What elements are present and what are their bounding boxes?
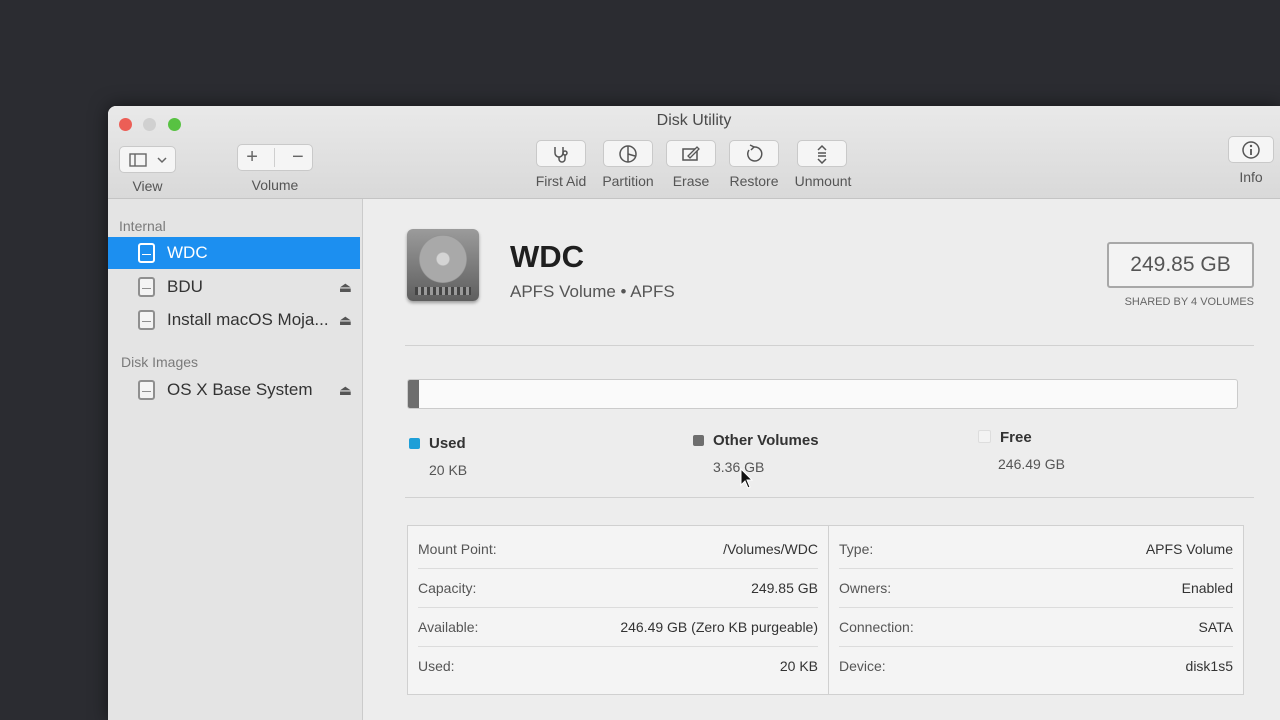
erase-pencil-icon [682, 145, 700, 161]
usage-bar-other-volumes [408, 380, 419, 408]
disk-icon [138, 310, 155, 330]
first-aid-button[interactable] [536, 140, 586, 167]
info-value: disk1s5 [1185, 657, 1233, 674]
legend-other-volumes: Other Volumes 3.36 GB [693, 432, 819, 475]
legend-used: Used 20 KB [409, 435, 467, 478]
hard-drive-icon [407, 229, 479, 301]
info-key: Connection: [839, 618, 914, 635]
info-key: Used: [418, 657, 455, 674]
volume-label: Volume [251, 177, 299, 193]
info-row-connection: Connection: SATA [839, 607, 1233, 647]
info-column-left: Mount Point: /Volumes/WDC Capacity: 249.… [408, 526, 829, 694]
first-aid-label: First Aid [535, 173, 587, 189]
eject-icon[interactable]: ⏏ [339, 382, 352, 399]
volume-info-table: Mount Point: /Volumes/WDC Capacity: 249.… [407, 525, 1244, 695]
info-key: Mount Point: [418, 540, 497, 557]
info-value: SATA [1198, 618, 1234, 635]
unmount-button[interactable] [797, 140, 847, 167]
partition-pie-icon [619, 144, 637, 163]
legend-other-value: 3.36 GB [713, 459, 765, 475]
info-button[interactable] [1228, 136, 1274, 163]
info-value: APFS Volume [1145, 540, 1233, 557]
volume-detail-panel: WDC APFS Volume • APFS 249.85 GB SHARED … [363, 199, 1280, 720]
sidebar-item-label: OS X Base System [167, 380, 313, 399]
legend-free: Free 246.49 GB [978, 429, 1065, 472]
info-key: Type: [839, 540, 874, 557]
legend-used-value: 20 KB [429, 462, 468, 478]
toolbar: Disk Utility View + − Volume First Aid P… [108, 106, 1280, 199]
disk-icon [138, 380, 155, 400]
info-value: 246.49 GB (Zero KB purgeable) [620, 618, 818, 635]
info-column-right: Type: APFS Volume Owners: Enabled Connec… [829, 526, 1243, 694]
volume-segment: + − [237, 144, 313, 171]
restore-button[interactable] [729, 140, 779, 167]
info-icon [1242, 140, 1260, 159]
sidebar-item-label: BDU [167, 277, 203, 296]
sidebar-item-label: Install macOS Moja... [167, 310, 329, 329]
restore-arrow-icon [747, 143, 763, 162]
eject-icon[interactable]: ⏏ [339, 312, 352, 329]
restore-label: Restore [729, 173, 779, 189]
info-row-device: Device: disk1s5 [839, 646, 1233, 685]
info-label: Info [1239, 169, 1263, 185]
stethoscope-icon [554, 146, 568, 163]
info-row-mount-point: Mount Point: /Volumes/WDC [418, 529, 818, 569]
sidebar: Internal WDC BDU ⏏ Install macOS Moja...… [108, 199, 363, 720]
sidebar-item-install-macos[interactable]: Install macOS Moja... ⏏ [108, 304, 360, 336]
erase-button[interactable] [666, 140, 716, 167]
legend-free-label: Free [1000, 429, 1032, 446]
partition-button[interactable] [603, 140, 653, 167]
unmount-icon [817, 144, 827, 164]
info-value: /Volumes/WDC [723, 540, 818, 557]
info-key: Available: [418, 618, 479, 635]
partition-label: Partition [602, 173, 654, 189]
divider [405, 497, 1254, 498]
erase-label: Erase [672, 173, 710, 189]
disk-icon [138, 277, 155, 297]
info-row-capacity: Capacity: 249.85 GB [418, 568, 818, 608]
sidebar-item-label: WDC [167, 243, 208, 262]
volume-subtitle: APFS Volume • APFS [510, 282, 675, 301]
sidebar-item-os-x-base-system[interactable]: OS X Base System ⏏ [108, 374, 360, 406]
disk-utility-window: Disk Utility View + − Volume First Aid P… [108, 106, 1280, 720]
info-value: 20 KB [779, 657, 818, 674]
capacity-note: SHARED BY 4 VOLUMES [1124, 296, 1254, 308]
view-button[interactable] [119, 146, 176, 173]
view-label: View [132, 178, 163, 194]
legend-free-value: 246.49 GB [998, 456, 1065, 472]
add-volume-button[interactable]: + [246, 146, 258, 169]
info-value: Enabled [1181, 579, 1233, 596]
other-volumes-swatch [693, 435, 704, 446]
info-key: Device: [839, 657, 886, 674]
sidebar-icon [128, 152, 147, 167]
capacity-display: 249.85 GB [1107, 242, 1254, 288]
volume-name: WDC [510, 239, 585, 274]
remove-volume-button[interactable]: − [292, 146, 304, 169]
info-key: Capacity: [418, 579, 477, 596]
sidebar-section-disk-images: Disk Images [121, 354, 199, 370]
sidebar-section-internal: Internal [119, 218, 166, 234]
info-value: 249.85 GB [751, 579, 818, 596]
used-swatch [409, 438, 420, 449]
sidebar-item-wdc[interactable]: WDC [108, 237, 360, 269]
info-row-available: Available: 246.49 GB (Zero KB purgeable) [418, 607, 818, 647]
eject-icon[interactable]: ⏏ [339, 279, 352, 296]
disk-icon [138, 243, 155, 263]
chevron-down-icon [156, 156, 167, 163]
segment-divider [274, 148, 276, 167]
window-title: Disk Utility [656, 112, 732, 129]
info-row-owners: Owners: Enabled [839, 568, 1233, 608]
legend-used-label: Used [429, 435, 466, 452]
info-row-type: Type: APFS Volume [839, 529, 1233, 569]
info-row-used: Used: 20 KB [418, 646, 818, 685]
divider [405, 345, 1254, 346]
info-key: Owners: [839, 579, 892, 596]
mouse-cursor-icon [740, 468, 754, 489]
legend-other-label: Other Volumes [713, 432, 819, 449]
unmount-label: Unmount [794, 173, 852, 189]
sidebar-item-bdu[interactable]: BDU ⏏ [108, 271, 360, 303]
usage-bar [407, 379, 1238, 409]
free-swatch [978, 430, 991, 443]
